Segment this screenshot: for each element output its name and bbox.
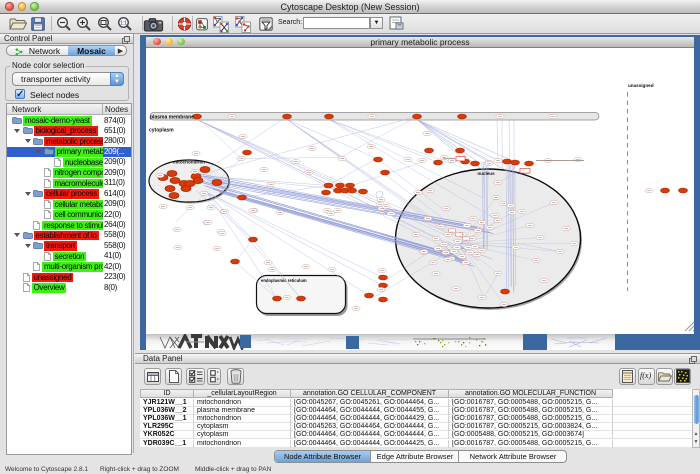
svg-text:cytoplasm: cytoplasm (149, 127, 174, 133)
svg-text:mitochondrion: mitochondrion (173, 159, 205, 164)
svg-text:unassigned: unassigned (628, 83, 654, 88)
svg-text:1:1: 1:1 (120, 21, 127, 27)
svg-text:nucleus: nucleus (477, 171, 495, 176)
svg-text:endoplasmic reticulum: endoplasmic reticulum (261, 278, 307, 283)
svg-text:plasma membrane: plasma membrane (150, 114, 194, 120)
